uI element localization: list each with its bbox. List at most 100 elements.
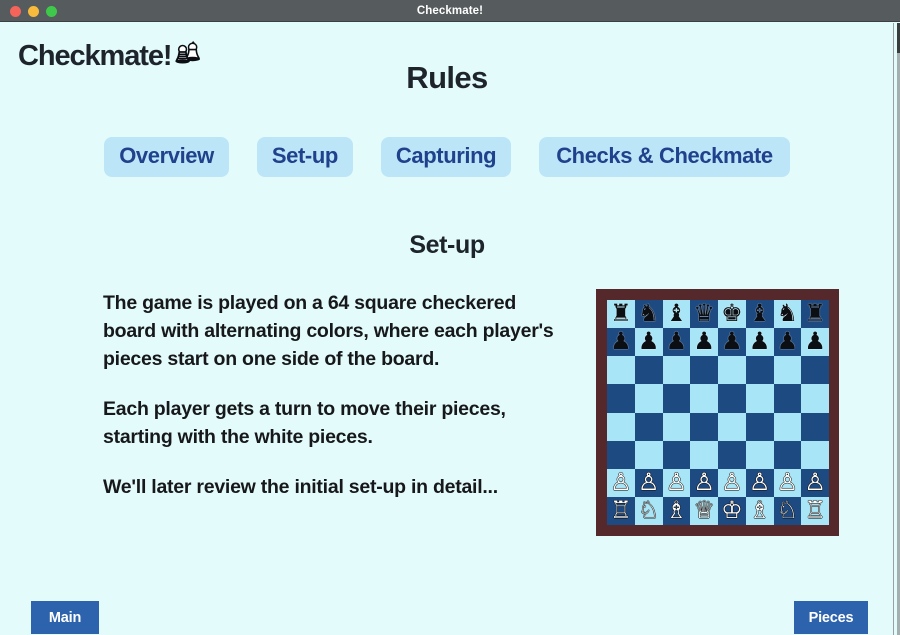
chess-piece[interactable]: ♞ (638, 301, 660, 325)
chess-piece[interactable]: ♔ (721, 498, 743, 522)
chess-piece[interactable]: ♘ (777, 498, 799, 522)
board-square[interactable]: ♘ (634, 496, 663, 525)
board-square[interactable] (690, 440, 718, 469)
board-square[interactable]: ♕ (690, 496, 718, 525)
board-square[interactable]: ♙ (607, 468, 635, 497)
board-square[interactable] (662, 440, 691, 469)
board-square[interactable] (662, 384, 691, 413)
board-square[interactable] (801, 440, 829, 469)
board-square[interactable] (801, 356, 829, 385)
board-square[interactable]: ♖ (607, 496, 635, 525)
board-square[interactable]: ♟ (662, 328, 691, 357)
board-square[interactable] (634, 384, 663, 413)
chess-piece[interactable]: ♙ (666, 470, 688, 494)
board-square[interactable] (634, 440, 663, 469)
chess-piece[interactable]: ♟ (693, 329, 715, 353)
board-square[interactable]: ♟ (801, 328, 829, 357)
board-square[interactable]: ♙ (773, 468, 802, 497)
board-square[interactable]: ♟ (773, 328, 802, 357)
chess-piece[interactable]: ♞ (777, 301, 799, 325)
board-square[interactable]: ♝ (662, 300, 691, 329)
chess-piece[interactable]: ♙ (610, 470, 632, 494)
board-square[interactable]: ♞ (773, 300, 802, 329)
board-square[interactable]: ♟ (634, 328, 663, 357)
chess-piece[interactable]: ♙ (749, 470, 771, 494)
board-square[interactable]: ♟ (718, 328, 746, 357)
board-square[interactable] (607, 440, 635, 469)
board-square[interactable] (607, 412, 635, 441)
chess-piece[interactable]: ♙ (721, 470, 743, 494)
board-square[interactable]: ♞ (634, 300, 663, 329)
board-square[interactable]: ♘ (773, 496, 802, 525)
chess-piece[interactable]: ♕ (693, 498, 715, 522)
board-square[interactable]: ♗ (745, 496, 774, 525)
board-square[interactable]: ♝ (745, 300, 774, 329)
chess-piece[interactable]: ♟ (749, 329, 771, 353)
chess-piece[interactable]: ♝ (749, 301, 771, 325)
pieces-button[interactable]: Pieces (794, 601, 868, 634)
board-square[interactable] (634, 412, 663, 441)
board-square[interactable] (801, 412, 829, 441)
board-square[interactable]: ♟ (745, 328, 774, 357)
chess-piece[interactable]: ♝ (666, 301, 688, 325)
board-square[interactable] (773, 412, 802, 441)
board-square[interactable] (801, 384, 829, 413)
chess-piece[interactable]: ♗ (749, 498, 771, 522)
board-square[interactable] (773, 356, 802, 385)
board-square[interactable] (662, 412, 691, 441)
chess-piece[interactable]: ♙ (638, 470, 660, 494)
board-square[interactable] (607, 384, 635, 413)
chess-piece[interactable]: ♙ (777, 470, 799, 494)
tab-set-up[interactable]: Set-up (256, 137, 353, 177)
board-square[interactable]: ♙ (801, 468, 829, 497)
chess-piece[interactable]: ♟ (638, 329, 660, 353)
tab-overview[interactable]: Overview (104, 137, 229, 177)
chess-piece[interactable]: ♜ (804, 301, 826, 325)
chess-piece[interactable]: ♟ (666, 329, 688, 353)
board-square[interactable]: ♙ (690, 468, 718, 497)
board-square[interactable] (745, 412, 774, 441)
maximize-window-button[interactable] (46, 5, 57, 17)
board-square[interactable]: ♖ (801, 496, 829, 525)
board-square[interactable] (773, 440, 802, 469)
chess-piece[interactable]: ♛ (693, 301, 715, 325)
board-square[interactable]: ♔ (718, 496, 746, 525)
board-square[interactable]: ♜ (607, 300, 635, 329)
chess-piece[interactable]: ♟ (804, 329, 826, 353)
chess-piece[interactable]: ♙ (693, 470, 715, 494)
board-square[interactable] (718, 412, 746, 441)
chess-piece[interactable]: ♟ (721, 329, 743, 353)
board-square[interactable]: ♙ (718, 468, 746, 497)
board-square[interactable]: ♟ (690, 328, 718, 357)
main-button[interactable]: Main (31, 601, 99, 634)
chess-piece[interactable]: ♗ (666, 498, 688, 522)
board-square[interactable] (634, 356, 663, 385)
chess-piece[interactable]: ♘ (638, 498, 660, 522)
chess-piece[interactable]: ♟ (777, 329, 799, 353)
board-square[interactable] (607, 356, 635, 385)
board-square[interactable] (718, 356, 746, 385)
minimize-window-button[interactable] (28, 5, 39, 17)
board-square[interactable]: ♙ (662, 468, 691, 497)
chess-piece[interactable]: ♚ (721, 301, 743, 325)
board-square[interactable]: ♙ (745, 468, 774, 497)
board-square[interactable]: ♙ (634, 468, 663, 497)
board-square[interactable] (690, 412, 718, 441)
board-square[interactable] (718, 384, 746, 413)
chess-piece[interactable]: ♖ (804, 498, 826, 522)
chessboard[interactable]: ♜ ♞ ♝ ♛ ♚ ♝ ♞ ♜ ♟ ♟ ♟ ♟ ♟ ♟ ♟ ♟ ♙ ♙ ♙ ♙ ♙ ♙ ♙ ♙ ♖ ♘ ♗ ♕ ♔ ♗ ♘ ♖ (607, 300, 829, 525)
board-square[interactable] (745, 384, 774, 413)
board-square[interactable]: ♜ (801, 300, 829, 329)
board-square[interactable]: ♗ (662, 496, 691, 525)
board-square[interactable] (773, 384, 802, 413)
tab-capturing[interactable]: Capturing (380, 137, 512, 177)
board-square[interactable] (745, 356, 774, 385)
board-square[interactable] (662, 356, 691, 385)
board-square[interactable]: ♛ (690, 300, 718, 329)
board-square[interactable] (690, 384, 718, 413)
chess-piece[interactable]: ♟ (610, 329, 632, 353)
board-square[interactable] (690, 356, 718, 385)
board-square[interactable]: ♟ (607, 328, 635, 357)
chess-piece[interactable]: ♜ (610, 301, 632, 325)
board-square[interactable] (718, 440, 746, 469)
